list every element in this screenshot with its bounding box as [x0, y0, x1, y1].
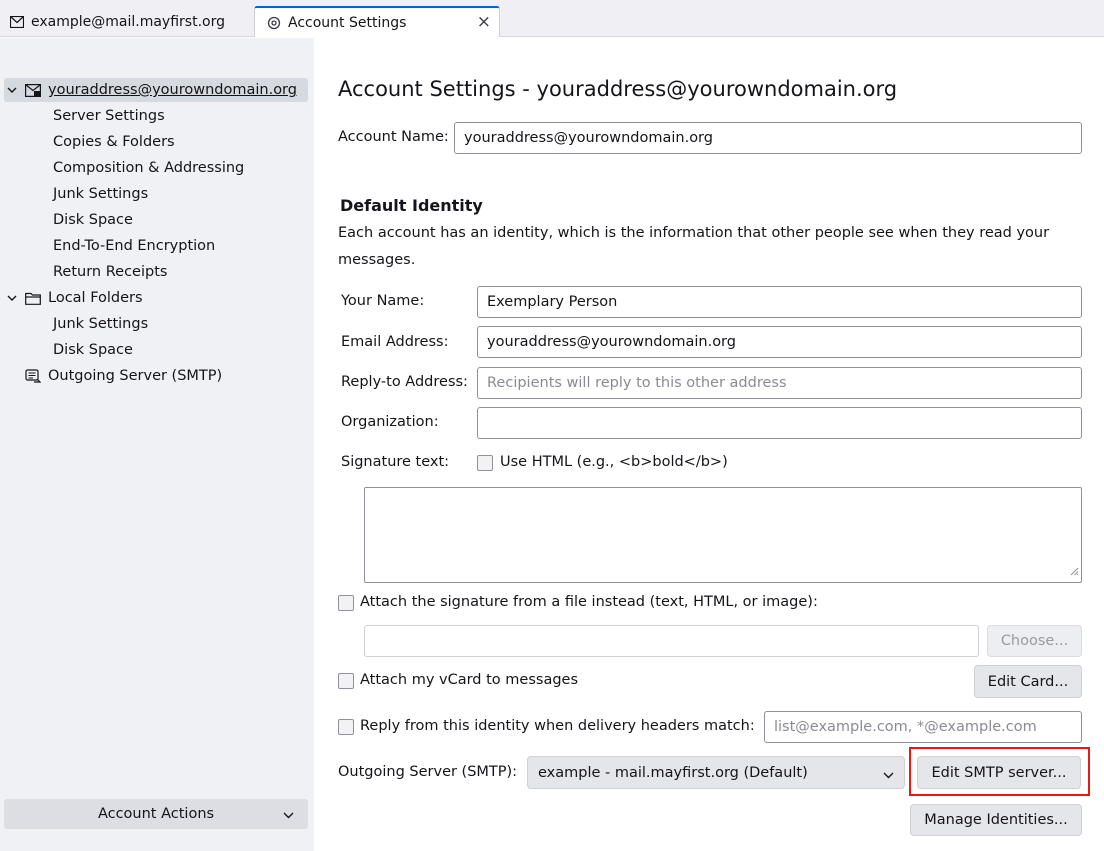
- mail-account-icon: [24, 82, 42, 98]
- tree-item-outgoing-server[interactable]: Outgoing Server (SMTP): [24, 364, 222, 388]
- signature-textarea[interactable]: [364, 487, 1082, 583]
- envelope-icon: [10, 15, 24, 29]
- tab-strip: example@mail.mayfirst.org Account Settin…: [0, 0, 1104, 37]
- organization-label: Organization:: [341, 414, 439, 430]
- delivery-headers-input[interactable]: list@example.com, *@example.com: [764, 711, 1082, 743]
- tab-account-settings[interactable]: Account Settings ×: [254, 6, 500, 37]
- tree-item-label: Junk Settings: [53, 186, 149, 202]
- email-address-input[interactable]: youraddress@yourowndomain.org: [477, 326, 1082, 358]
- attach-vcard-label: Attach my vCard to messages: [360, 672, 579, 688]
- outgoing-server-selected: example - mail.mayfirst.org (Default): [538, 764, 808, 781]
- tree-item-local-junk[interactable]: Junk Settings: [53, 312, 148, 336]
- account-settings-panel: Account Settings - youraddress@yourowndo…: [314, 38, 1104, 851]
- tree-item-composition[interactable]: Composition & Addressing: [53, 156, 244, 180]
- tree-item-label: Disk Space: [53, 212, 133, 228]
- tree-item-copies-folders[interactable]: Copies & Folders: [53, 130, 175, 154]
- chevron-down-icon[interactable]: [4, 295, 20, 302]
- attach-signature-label: Attach the signature from a file instead…: [360, 594, 818, 610]
- tab-label: example@mail.mayfirst.org: [31, 13, 225, 30]
- tree-item-return-receipts[interactable]: Return Receipts: [53, 260, 167, 284]
- reply-from-identity-label: Reply from this identity when delivery h…: [360, 718, 755, 734]
- signature-text-label: Signature text:: [341, 454, 450, 470]
- use-html-label: Use HTML (e.g., <b>bold</b>): [500, 454, 728, 470]
- manage-identities-button[interactable]: Manage Identities...: [910, 804, 1082, 836]
- page-title: Account Settings - youraddress@yourowndo…: [338, 77, 898, 101]
- identity-description: Each account has an identity, which is t…: [338, 225, 1050, 268]
- tree-item-label: Copies & Folders: [53, 134, 175, 150]
- outgoing-server-label: Outgoing Server (SMTP):: [338, 764, 518, 780]
- tree-item-server-settings[interactable]: Server Settings: [53, 104, 165, 128]
- local-folders-label: Local Folders: [48, 290, 143, 306]
- account-actions-button[interactable]: Account Actions: [4, 799, 308, 829]
- outgoing-server-select[interactable]: example - mail.mayfirst.org (Default): [527, 756, 905, 789]
- attach-signature-checkbox[interactable]: [338, 595, 354, 611]
- default-identity-heading: Default Identity: [340, 196, 483, 215]
- tree-item-e2e-encryption[interactable]: End-To-End Encryption: [53, 234, 215, 258]
- settings-icon: [267, 16, 281, 30]
- tree-item-junk-settings[interactable]: Junk Settings: [53, 182, 148, 206]
- edit-smtp-server-button[interactable]: Edit SMTP server...: [917, 756, 1081, 789]
- account-tree-sidebar: youraddress@yourowndomain.org Server Set…: [0, 38, 314, 851]
- tree-item-label: Return Receipts: [53, 264, 168, 280]
- tab-label: Account Settings: [288, 14, 407, 31]
- folder-icon: [24, 290, 42, 306]
- close-icon[interactable]: ×: [477, 13, 491, 31]
- account-name-label: Account Name:: [338, 129, 449, 145]
- tree-item-local-disk-space[interactable]: Disk Space: [53, 338, 133, 362]
- tab-mail[interactable]: example@mail.mayfirst.org: [10, 6, 250, 37]
- tree-item-local-folders[interactable]: Local Folders: [4, 286, 143, 310]
- account-label: youraddress@yourowndomain.org: [48, 82, 297, 98]
- chevron-down-icon[interactable]: [4, 87, 20, 94]
- tree-item-label: End-To-End Encryption: [53, 238, 216, 254]
- reply-to-label: Reply-to Address:: [341, 374, 468, 390]
- tree-item-label: Disk Space: [53, 342, 133, 358]
- chevron-down-icon: [883, 767, 894, 783]
- your-name-input[interactable]: Exemplary Person: [477, 286, 1082, 318]
- tree-item-label: Junk Settings: [53, 316, 149, 332]
- email-address-label: Email Address:: [341, 334, 449, 350]
- use-html-checkbox[interactable]: [477, 455, 493, 471]
- attach-vcard-checkbox[interactable]: [338, 673, 354, 689]
- tree-item-label: Server Settings: [53, 108, 165, 124]
- chevron-down-icon: [283, 807, 294, 823]
- organization-input[interactable]: [477, 407, 1082, 439]
- edit-card-button[interactable]: Edit Card...: [974, 665, 1082, 698]
- tree-item-disk-space[interactable]: Disk Space: [53, 208, 133, 232]
- tree-item-label: Composition & Addressing: [53, 160, 245, 176]
- account-actions-label: Account Actions: [97, 806, 215, 822]
- reply-from-identity-checkbox[interactable]: [338, 719, 354, 735]
- your-name-label: Your Name:: [341, 293, 425, 309]
- signature-file-input[interactable]: [364, 625, 979, 657]
- account-name-input[interactable]: youraddress@yourowndomain.org: [454, 122, 1082, 154]
- reply-to-input[interactable]: Recipients will reply to this other addr…: [477, 367, 1082, 399]
- tree-item-account[interactable]: youraddress@yourowndomain.org: [4, 78, 308, 102]
- outgoing-server-icon: [24, 368, 42, 384]
- choose-file-button[interactable]: Choose...: [987, 625, 1082, 657]
- resize-grip-icon[interactable]: [1070, 564, 1079, 580]
- outgoing-server-label: Outgoing Server (SMTP): [48, 368, 223, 384]
